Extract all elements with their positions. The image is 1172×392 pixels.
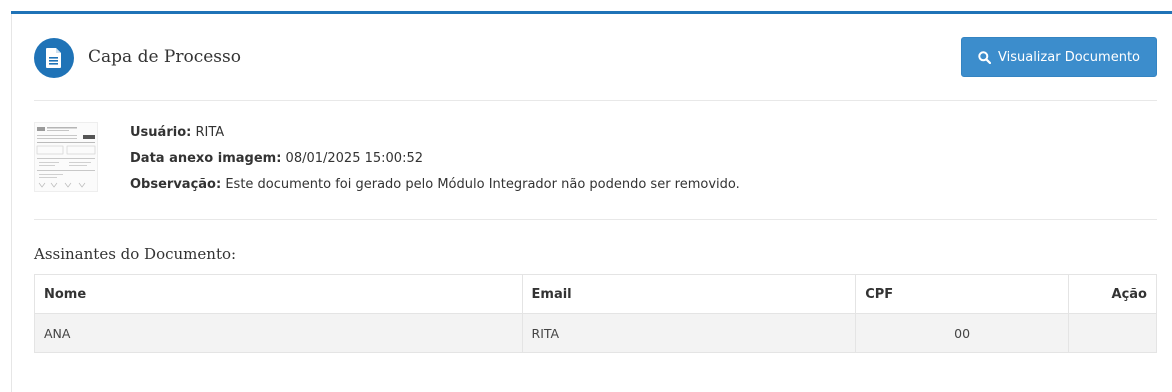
info-note-line: Observação: Este documento foi gerado pe… <box>130 178 740 204</box>
column-header-nome: Nome <box>34 274 523 314</box>
info-date-label: Data anexo imagem: <box>130 151 282 166</box>
document-thumbnail[interactable] <box>34 122 98 192</box>
cell-email: RITA <box>521 313 857 353</box>
info-note-label: Observação: <box>130 177 222 192</box>
column-header-email: Email <box>521 274 857 314</box>
column-header-acao: Ação <box>1068 274 1157 314</box>
cell-nome: ANA <box>34 313 523 353</box>
document-info: Usuário: RITA Data anexo imagem: 08/01/2… <box>130 126 740 204</box>
info-date-value: 08/01/2025 15:00:52 <box>285 151 423 166</box>
view-document-button[interactable]: Visualizar Documento <box>961 37 1157 77</box>
info-user-line: Usuário: RITA <box>130 126 740 152</box>
cell-cpf: 00 <box>855 313 1070 353</box>
signers-table: Nome Email CPF Ação ANA RITA 00 <box>34 274 1157 353</box>
header-divider <box>34 100 1157 101</box>
info-user-value: RITA <box>195 125 225 140</box>
table-row: ANA RITA 00 <box>34 313 1157 353</box>
page-title: Capa de Processo <box>88 47 241 67</box>
column-header-cpf: CPF <box>855 274 1070 314</box>
document-icon <box>34 38 74 78</box>
cell-acao <box>1068 313 1157 353</box>
info-user-label: Usuário: <box>130 125 192 140</box>
info-note-value: Este documento foi gerado pelo Módulo In… <box>225 177 740 192</box>
info-date-line: Data anexo imagem: 08/01/2025 15:00:52 <box>130 152 740 178</box>
info-divider <box>34 219 1157 220</box>
table-header-row: Nome Email CPF Ação <box>34 274 1157 314</box>
search-icon <box>978 50 991 64</box>
view-document-label: Visualizar Documento <box>998 49 1140 65</box>
signers-title: Assinantes do Documento: <box>34 245 237 263</box>
